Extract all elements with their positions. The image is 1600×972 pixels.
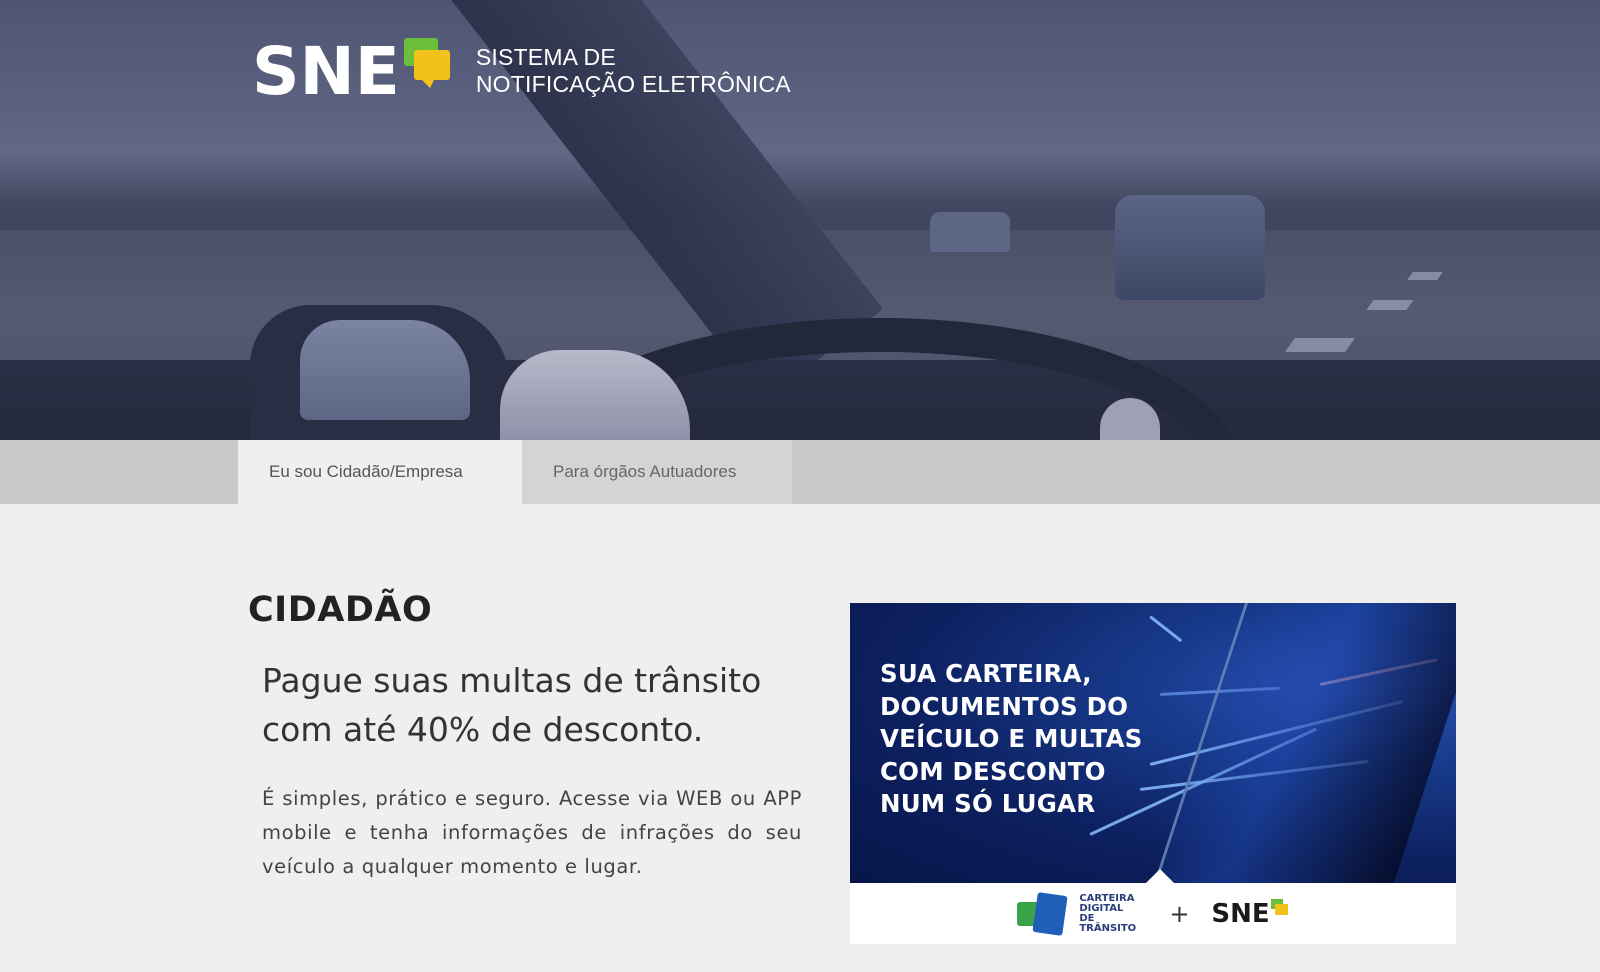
audience-tabs: Eu sou Cidadão/Empresa Para órgãos Autua…: [0, 440, 1600, 504]
hero-mirror-glass: [300, 320, 470, 420]
chat-bubbles-icon: [403, 38, 452, 88]
promo-headline-line: COM DESCONTO: [880, 756, 1106, 786]
lane-marking: [1285, 338, 1355, 352]
cdt-line-1: CARTEIRA: [1079, 892, 1135, 904]
promo-headline-line: SUA CARTEIRA,: [880, 659, 1092, 688]
logo-tagline: SISTEMA DE NOTIFICAÇÃO ELETRÔNICA: [476, 44, 791, 98]
promo-headline-line: NUM SÓ LUGAR: [880, 789, 1096, 818]
hero-banner: SNE SISTEMA DE NOTIFICAÇÃO ELETRÔNICA: [0, 0, 1600, 440]
lane-marking: [1407, 272, 1443, 280]
chat-bubbles-icon: [1270, 898, 1289, 917]
plus-sign: +: [1169, 899, 1190, 928]
promo-car-window: [1154, 603, 1456, 883]
sne-mini-wordmark: SNE: [1211, 898, 1270, 929]
body-text: É simples, prático e seguro. Acesse via …: [262, 787, 802, 878]
site-logo[interactable]: SNE SISTEMA DE NOTIFICAÇÃO ELETRÔNICA: [252, 36, 791, 108]
promo-headline-line: VEÍCULO E MULTAS: [880, 724, 1143, 753]
license-card-blue: [1032, 891, 1068, 936]
sne-mini-logo: SNE: [1211, 898, 1289, 929]
cdt-line-2: DIGITAL DE: [1079, 902, 1124, 924]
promo-headline-line: DOCUMENTOS DO: [880, 691, 1129, 721]
lane-marking: [1366, 300, 1414, 310]
promo-footer: CARTEIRA DIGITAL DE TRÂNSITO + SNE: [850, 883, 1456, 944]
tab-cidadao-empresa[interactable]: Eu sou Cidadão/Empresa: [238, 440, 522, 504]
promo-headline: SUA CARTEIRA, DOCUMENTOS DO VEÍCULO E MU…: [880, 658, 1170, 821]
promo-notch: [1146, 869, 1174, 883]
logo-wordmark: SNE: [252, 33, 400, 110]
cdt-logo-text: CARTEIRA DIGITAL DE TRÂNSITO: [1079, 892, 1141, 934]
tagline-line-1: SISTEMA DE: [475, 44, 616, 70]
headline: Pague suas multas de trânsito com até 40…: [262, 661, 762, 749]
tagline-line-2: NOTIFICAÇÃO ELETRÔNICA: [475, 71, 791, 97]
digital-license-icon: [1017, 891, 1071, 936]
hero-car-distant: [930, 212, 1010, 252]
promo-banner[interactable]: SUA CARTEIRA, DOCUMENTOS DO VEÍCULO E MU…: [850, 603, 1456, 944]
section-title: CIDADÃO: [248, 590, 433, 630]
yellow-bubble: [413, 50, 450, 88]
hero-car: [1115, 195, 1265, 300]
light-streak: [1149, 615, 1183, 643]
tab-orgaos-autuadores[interactable]: Para órgãos Autuadores: [522, 440, 792, 504]
cdt-line-3: TRÂNSITO: [1079, 922, 1137, 934]
yellow-bubble: [1274, 903, 1288, 915]
